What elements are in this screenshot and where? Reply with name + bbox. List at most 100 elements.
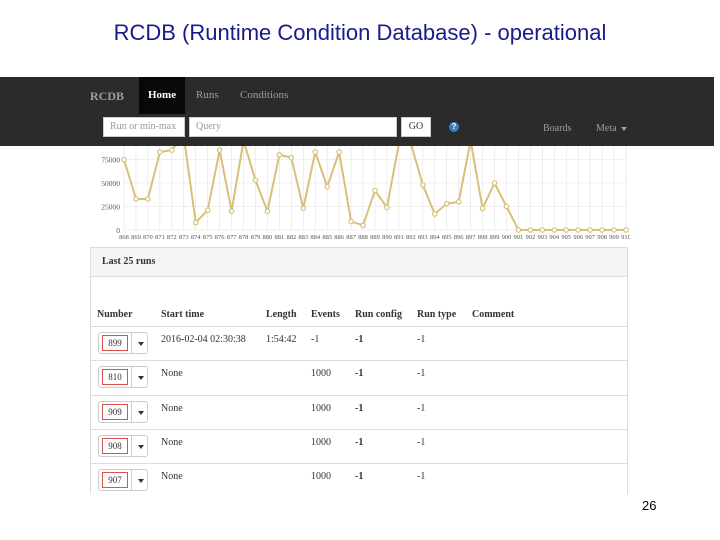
x-tick-label: 877 xyxy=(227,234,238,241)
x-tick-label: 892 xyxy=(406,234,416,241)
x-tick-label: 870 xyxy=(143,234,153,241)
x-tick-label: 891 xyxy=(394,234,404,241)
run-config: -1 xyxy=(355,334,364,345)
query-input[interactable]: Query xyxy=(189,117,397,137)
y-tick-label: 50000 xyxy=(101,179,120,188)
run-select-button[interactable]: 907 xyxy=(98,469,148,491)
x-tick-label: 905 xyxy=(561,234,571,241)
events: 1000 xyxy=(311,437,331,448)
data-point xyxy=(443,200,450,207)
x-tick-label: 875 xyxy=(203,234,213,241)
start-time: None xyxy=(161,471,183,482)
data-point xyxy=(204,207,211,214)
brand-link[interactable]: RCDB xyxy=(90,89,124,104)
run-config: -1 xyxy=(355,403,364,414)
run-type: -1 xyxy=(417,403,426,414)
chevron-down-icon xyxy=(138,376,144,380)
run-type: -1 xyxy=(417,471,426,482)
nav-boards[interactable]: Boards xyxy=(543,123,571,134)
x-tick-label: 885 xyxy=(322,234,332,241)
start-time: None xyxy=(161,403,183,414)
data-point xyxy=(384,204,390,211)
button-separator xyxy=(131,333,132,353)
data-point xyxy=(491,180,498,186)
data-point xyxy=(264,208,271,214)
data-point xyxy=(623,227,629,233)
start-time: None xyxy=(161,437,183,448)
run-select-button[interactable]: 899 xyxy=(98,332,148,354)
x-tick-label: 895 xyxy=(442,234,452,241)
data-point xyxy=(133,196,139,202)
x-tick-label: 910 xyxy=(621,234,630,241)
x-tick-label: 897 xyxy=(466,234,477,241)
x-tick-label: 896 xyxy=(454,234,465,241)
panel-header: Last 25 runs xyxy=(91,248,627,277)
x-tick-label: 884 xyxy=(310,234,321,241)
row-divider xyxy=(91,463,627,464)
col-number: Number xyxy=(97,309,133,320)
x-tick-label: 899 xyxy=(490,234,500,241)
data-point xyxy=(121,156,127,163)
data-point xyxy=(611,227,617,233)
data-point xyxy=(431,211,438,217)
button-separator xyxy=(131,367,132,387)
x-tick-label: 879 xyxy=(251,234,261,241)
nav-home-label: Home xyxy=(148,89,177,101)
go-button[interactable]: GO xyxy=(401,117,431,137)
navbar: RCDB Home Runs Conditions Run or min-max… xyxy=(0,77,714,146)
question-icon[interactable]: ? xyxy=(449,122,459,132)
events: 1000 xyxy=(311,471,331,482)
run-type: -1 xyxy=(417,334,426,345)
nav-conditions[interactable]: Conditions xyxy=(240,89,288,101)
data-point xyxy=(479,205,486,212)
data-point xyxy=(145,196,151,202)
button-separator xyxy=(131,402,132,422)
data-point xyxy=(360,222,366,229)
x-tick-label: 883 xyxy=(298,234,308,241)
col-start-time: Start time xyxy=(161,309,205,320)
data-point xyxy=(348,218,354,225)
nav-runs[interactable]: Runs xyxy=(196,89,219,101)
run-select-button[interactable]: 909 xyxy=(98,401,148,423)
x-tick-label: 881 xyxy=(275,234,285,241)
panel-title: Last 25 runs xyxy=(102,256,156,267)
x-tick-label: 907 xyxy=(585,234,596,241)
data-point xyxy=(527,227,534,233)
run-range-input[interactable]: Run or min-max xyxy=(103,117,185,137)
nav-home[interactable]: Home xyxy=(139,77,185,114)
data-point xyxy=(563,227,570,233)
run-number: 907 xyxy=(102,472,128,488)
x-tick-label: 887 xyxy=(346,234,357,241)
run-select-button[interactable]: 810 xyxy=(98,366,148,388)
col-run-config: Run config xyxy=(355,309,402,320)
run-select-button[interactable]: 908 xyxy=(98,435,148,457)
row-divider xyxy=(91,429,627,430)
page-number: 26 xyxy=(642,498,657,513)
rcdb-screenshot: RCDB Home Runs Conditions Run or min-max… xyxy=(0,77,714,494)
nav-meta[interactable]: Meta xyxy=(596,123,627,134)
data-point xyxy=(420,182,426,188)
data-point xyxy=(312,149,319,155)
x-tick-label: 909 xyxy=(609,234,619,241)
chevron-down-icon xyxy=(620,126,627,131)
x-tick-label: 908 xyxy=(597,234,607,241)
x-tick-label: 900 xyxy=(502,234,512,241)
x-tick-label: 903 xyxy=(537,234,547,241)
x-tick-label: 890 xyxy=(382,234,392,241)
events-chart: 0250005000075000868 869 870 871 872 873 874 875… xyxy=(101,146,630,241)
run-number: 899 xyxy=(102,335,128,351)
x-tick-label: 906 xyxy=(573,234,584,241)
button-separator xyxy=(131,436,132,456)
data-point xyxy=(169,147,175,153)
data-point xyxy=(336,149,342,155)
x-tick-label: 894 xyxy=(430,234,441,241)
run-config: -1 xyxy=(355,368,364,379)
button-separator xyxy=(131,470,132,490)
nav-meta-label: Meta xyxy=(596,123,617,134)
data-point xyxy=(192,219,199,226)
y-tick-label: 25000 xyxy=(101,203,120,212)
col-length: Length xyxy=(266,309,297,320)
x-tick-label: 869 xyxy=(131,234,141,241)
data-point xyxy=(276,152,283,158)
col-comment: Comment xyxy=(472,309,515,320)
